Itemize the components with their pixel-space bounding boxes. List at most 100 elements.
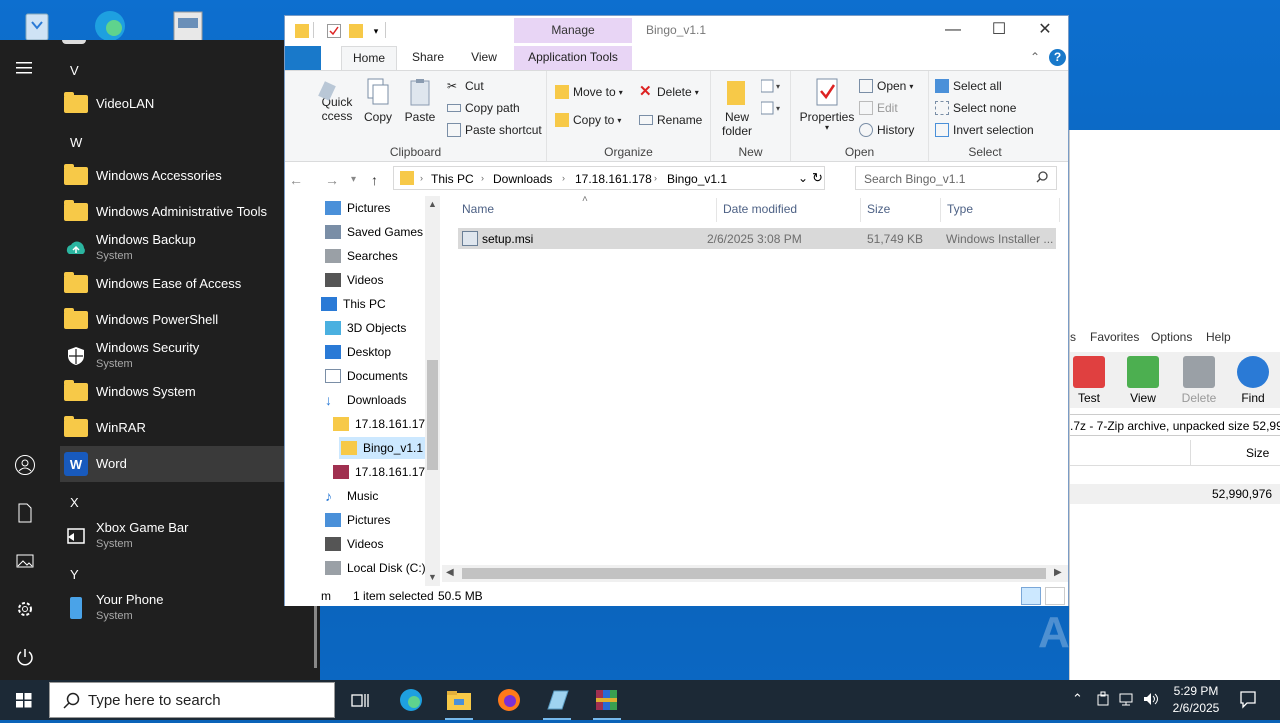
refresh-icon[interactable]: ↻ xyxy=(812,170,823,186)
nav-item-local-disk[interactable]: Local Disk (C:) xyxy=(325,557,426,579)
nav-item-archive[interactable]: 17.18.161.178 xyxy=(333,461,432,483)
nav-item-videos-2[interactable]: Videos xyxy=(325,533,383,555)
start-button[interactable] xyxy=(0,680,48,720)
column-type[interactable]: Type xyxy=(947,202,973,216)
address-bar[interactable]: › This PC › Downloads › 17.18.161.178 › … xyxy=(393,166,825,190)
firefox-taskbar-icon[interactable] xyxy=(489,684,529,716)
select-all-button[interactable]: Select all xyxy=(935,79,1002,93)
copy-button[interactable]: Copy xyxy=(361,77,395,124)
up-arrow-icon[interactable]: ↑ xyxy=(371,172,378,188)
clock[interactable]: 5:29 PM 2/6/2025 xyxy=(1160,683,1232,717)
nav-item-pictures[interactable]: Pictures xyxy=(325,197,390,219)
pictures-icon[interactable] xyxy=(14,550,36,572)
maximize-button[interactable]: ☐ xyxy=(976,16,1022,46)
scroll-left-arrow-icon[interactable]: ◀ xyxy=(446,567,454,578)
start-item-windows-ease-of-access[interactable]: Windows Ease of Access xyxy=(60,266,306,302)
zip-menu-favorites[interactable]: Favorites xyxy=(1090,330,1139,344)
column-date-modified[interactable]: Date modified xyxy=(723,202,797,216)
rename-button[interactable]: Rename xyxy=(639,113,702,127)
start-item-windows-backup[interactable]: Windows Backup System xyxy=(60,230,306,266)
power-icon[interactable] xyxy=(14,646,36,668)
file-row[interactable]: setup.msi 2/6/2025 3:08 PM 51,749 KB Win… xyxy=(458,228,1056,249)
volume-icon[interactable] xyxy=(1142,691,1160,710)
task-view-icon[interactable] xyxy=(340,684,380,716)
zip-size-column[interactable]: Size xyxy=(1246,446,1269,460)
paste-button[interactable]: Paste xyxy=(403,77,437,124)
details-view-icon[interactable] xyxy=(1021,587,1041,605)
nav-item-saved-games[interactable]: Saved Games xyxy=(325,221,423,243)
start-item-winrar[interactable]: WinRAR xyxy=(60,410,306,446)
zip-test-button[interactable]: Test xyxy=(1064,356,1114,405)
nav-item-downloads[interactable]: ↓ Downloads xyxy=(325,389,406,411)
zip-path[interactable]: .7z - 7-Zip archive, unpacked size 52,99… xyxy=(1070,414,1280,436)
nav-item-3d-objects[interactable]: 3D Objects xyxy=(325,317,406,339)
file-explorer-taskbar-icon[interactable] xyxy=(439,684,479,720)
tab-view[interactable]: View xyxy=(461,46,507,70)
documents-icon[interactable] xyxy=(14,502,36,524)
delete-button[interactable]: ✕ Delete ▾ xyxy=(639,84,699,99)
paste-shortcut-button[interactable]: Paste shortcut xyxy=(447,123,542,137)
start-item-windows-security[interactable]: Windows Security System xyxy=(60,338,306,374)
network-icon[interactable] xyxy=(1118,691,1136,710)
breadcrumb-downloads[interactable]: Downloads xyxy=(493,172,552,186)
column-divider[interactable] xyxy=(716,198,717,222)
new-folder-button[interactable]: New folder xyxy=(715,77,759,138)
start-item-xbox-game-bar[interactable]: Xbox Game Bar System xyxy=(60,518,306,554)
letter-header-v[interactable]: V xyxy=(70,63,79,78)
show-hidden-icons-chevron-icon[interactable]: ⌃ xyxy=(1072,691,1083,707)
new-folder-icon[interactable] xyxy=(349,24,363,38)
zip-menu-help[interactable]: Help xyxy=(1206,330,1231,344)
user-account-icon[interactable] xyxy=(14,454,36,476)
nav-item-documents[interactable]: Documents xyxy=(325,365,408,387)
back-arrow-icon[interactable]: ← xyxy=(289,172,303,188)
properties-button[interactable]: Properties ▾ xyxy=(797,77,857,132)
horizontal-scrollbar-thumb[interactable] xyxy=(462,568,1046,579)
notifications-icon[interactable] xyxy=(1238,689,1258,712)
move-to-button[interactable]: Move to ▾ xyxy=(555,85,623,99)
breadcrumb-folder[interactable]: 17.18.161.178 xyxy=(575,172,652,186)
invert-selection-button[interactable]: Invert selection xyxy=(935,123,1034,137)
history-button[interactable]: History xyxy=(859,123,914,137)
nav-item-pictures-2[interactable]: Pictures xyxy=(325,509,390,531)
nav-item-videos[interactable]: Videos xyxy=(325,269,383,291)
file-tab[interactable] xyxy=(285,46,321,70)
copy-path-button[interactable]: Copy path xyxy=(447,101,520,115)
new-item-button[interactable]: ▾ xyxy=(760,79,787,93)
start-item-windows-admin-tools[interactable]: Windows Administrative Tools xyxy=(60,194,306,230)
manage-contextual-tab[interactable]: Manage xyxy=(514,18,632,43)
copy-to-button[interactable]: Copy to ▾ xyxy=(555,113,621,127)
properties-check-icon[interactable] xyxy=(327,24,341,38)
settings-gear-icon[interactable] xyxy=(14,598,36,620)
breadcrumb-current[interactable]: Bingo_v1.1 xyxy=(667,172,727,186)
start-item-windows-powershell[interactable]: Windows PowerShell xyxy=(60,302,306,338)
tab-application-tools[interactable]: Application Tools xyxy=(514,46,632,70)
letter-header-x[interactable]: X xyxy=(70,495,79,510)
tab-share[interactable]: Share xyxy=(403,46,453,70)
zip-row[interactable] xyxy=(1070,466,1280,484)
usb-device-icon[interactable] xyxy=(1096,691,1110,710)
column-name[interactable]: Name xyxy=(462,202,494,216)
start-item-videolan[interactable]: VideoLAN xyxy=(60,86,306,122)
zip-view-button[interactable]: View xyxy=(1118,356,1168,405)
start-item-your-phone[interactable]: Your Phone System xyxy=(60,590,306,626)
nav-item-folder[interactable]: 17.18.161.178 xyxy=(333,413,432,435)
zip-delete-button[interactable]: Delete xyxy=(1174,356,1224,405)
help-icon[interactable]: ? xyxy=(1049,49,1066,66)
nav-item-bingo[interactable]: Bingo_v1.1 xyxy=(339,437,425,459)
scroll-down-arrow-icon[interactable]: ▼ xyxy=(428,572,437,582)
forward-arrow-icon[interactable]: → xyxy=(325,172,339,188)
nav-item-searches[interactable]: Searches xyxy=(325,245,398,267)
start-item-windows-accessories[interactable]: Windows Accessories xyxy=(60,158,306,194)
zip-menu-options[interactable]: Options xyxy=(1151,330,1192,344)
nav-item-music[interactable]: ♪ Music xyxy=(325,485,378,507)
easy-access-button[interactable]: ▾ xyxy=(760,101,787,115)
large-icons-view-icon[interactable] xyxy=(1045,587,1065,605)
select-none-button[interactable]: Select none xyxy=(935,101,1016,115)
winrar-taskbar-icon[interactable] xyxy=(587,684,627,720)
7zip-taskbar-icon[interactable] xyxy=(537,684,577,720)
nav-scrollbar-thumb[interactable] xyxy=(427,360,438,470)
scroll-up-arrow-icon[interactable]: ▲ xyxy=(428,199,437,209)
customize-toolbar-chevron-icon[interactable]: ▾ xyxy=(369,24,383,38)
taskbar-search-box[interactable]: Type here to search xyxy=(49,682,335,718)
tab-home[interactable]: Home xyxy=(341,46,397,70)
